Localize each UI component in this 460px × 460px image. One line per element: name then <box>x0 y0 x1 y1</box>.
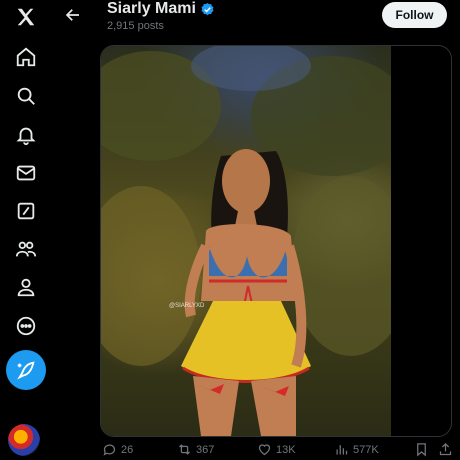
search-icon[interactable] <box>11 81 41 111</box>
communities-icon[interactable] <box>11 234 41 264</box>
repost-count: 367 <box>196 443 215 456</box>
account-avatar[interactable] <box>8 424 40 456</box>
home-icon[interactable] <box>11 42 41 72</box>
photo-illustration <box>101 46 391 436</box>
views-action[interactable]: 577K <box>334 442 379 457</box>
post-action-bar: 26 367 13K 577K <box>100 440 455 460</box>
reply-bubble-icon <box>103 444 116 456</box>
like-count: 13K <box>276 443 296 456</box>
view-count: 577K <box>353 443 379 456</box>
bookmark-action[interactable] <box>414 442 429 457</box>
reply-action[interactable]: 26 <box>102 442 133 457</box>
post-media-card[interactable]: @SIARLYXD <box>100 45 452 437</box>
sidebar-nav <box>0 0 52 460</box>
messages-envelope-icon[interactable] <box>11 158 41 188</box>
profile-icon[interactable] <box>11 272 41 302</box>
repost-icon <box>179 444 190 455</box>
profile-name-row: Siarly Mami <box>107 0 215 18</box>
post-photo[interactable]: @SIARLYXD <box>101 46 391 436</box>
compose-post-button[interactable] <box>6 350 46 390</box>
views-chart-icon <box>336 445 348 455</box>
share-icon <box>439 442 452 456</box>
x-logo-icon[interactable] <box>11 2 41 32</box>
reply-count: 26 <box>121 443 134 456</box>
compose-post-icon <box>17 361 35 380</box>
more-circle-icon[interactable] <box>11 311 41 341</box>
notifications-bell-icon[interactable] <box>11 120 41 150</box>
like-action[interactable]: 13K <box>257 442 296 457</box>
verified-badge-icon <box>201 2 214 15</box>
profile-name: Siarly Mami <box>107 0 196 17</box>
share-action[interactable] <box>438 442 453 457</box>
profile-header: Siarly Mami 2,915 posts Follow <box>52 0 460 40</box>
follow-button[interactable]: Follow <box>382 2 447 28</box>
bookmark-icon <box>417 443 426 457</box>
grok-icon[interactable] <box>11 196 41 226</box>
photo-watermark: @SIARLYXD <box>169 303 205 309</box>
posts-count: 2,915 posts <box>107 20 164 32</box>
repost-action[interactable]: 367 <box>177 442 214 457</box>
back-arrow-icon[interactable] <box>62 4 84 26</box>
heart-icon <box>258 444 271 456</box>
